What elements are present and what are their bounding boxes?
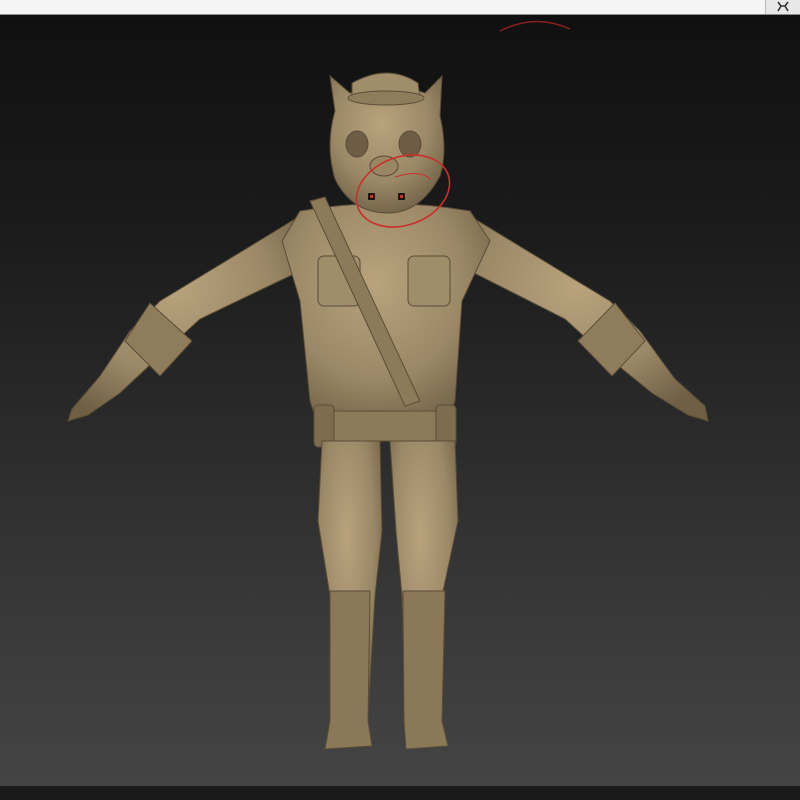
- right-boot: [402, 590, 449, 750]
- sculpt-viewport[interactable]: [0, 14, 800, 788]
- character-model: [67, 72, 709, 750]
- left-arm: [67, 215, 301, 422]
- belt: [314, 410, 456, 442]
- app-window: [0, 0, 800, 800]
- left-boot: [324, 590, 373, 750]
- brush-stroke-arc: [499, 20, 571, 32]
- torso: [281, 203, 491, 432]
- right-arm: [469, 215, 709, 422]
- sculpt-canvas[interactable]: [0, 15, 800, 787]
- top-toolbar-strip: [0, 0, 800, 14]
- transform-gizmo-icon[interactable]: [765, 0, 800, 14]
- bottom-status-strip: [0, 786, 800, 800]
